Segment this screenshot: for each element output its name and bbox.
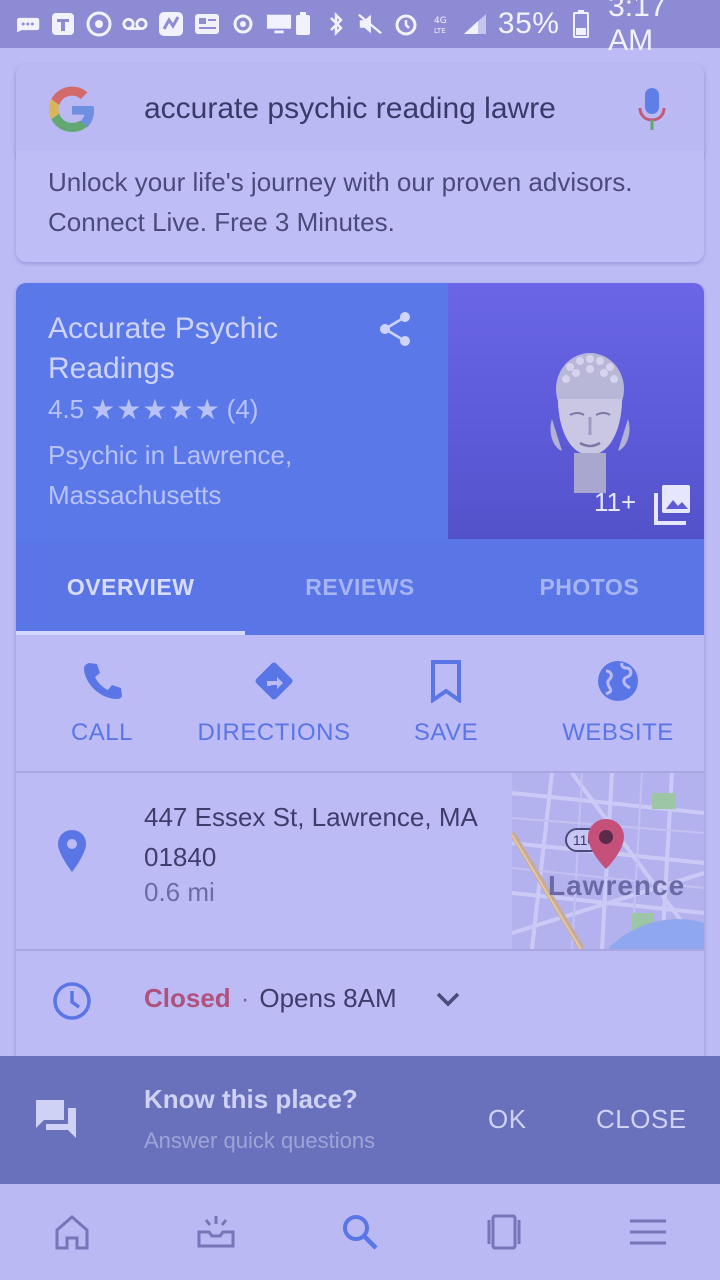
directions-label: DIRECTIONS bbox=[197, 719, 351, 746]
place-photo[interactable]: 11+ bbox=[448, 283, 704, 539]
map-city-label: Lawrence bbox=[548, 870, 685, 901]
separator-dot: · bbox=[240, 983, 250, 1013]
signal-icon bbox=[462, 13, 488, 35]
lte-icon: 4G LTE bbox=[429, 13, 452, 35]
search-query[interactable]: accurate psychic reading lawre bbox=[144, 92, 594, 126]
chat-icon bbox=[36, 1100, 76, 1138]
home-icon bbox=[55, 1215, 89, 1250]
tabs-icon bbox=[487, 1214, 521, 1250]
rating-stars: ★★★★★ bbox=[90, 394, 221, 425]
nav-tabs[interactable] bbox=[432, 1184, 576, 1280]
website-button[interactable]: WEBSITE bbox=[532, 635, 704, 771]
google-logo bbox=[49, 86, 94, 132]
tab-photos[interactable]: PHOTOS bbox=[475, 539, 704, 635]
messages-icon bbox=[14, 13, 40, 35]
clock-icon bbox=[53, 982, 91, 1020]
address-row[interactable]: 447 Essex St, Lawrence, MA 01840 0.6 mi bbox=[16, 773, 704, 951]
ad-card[interactable]: Unlock your life's journey with our prov… bbox=[16, 150, 704, 262]
svg-text:LTE: LTE bbox=[434, 27, 446, 35]
map-image: 110 Lawrence bbox=[512, 773, 704, 949]
place-header: Accurate Psychic Readings 4.5 ★★★★★ (4) … bbox=[16, 283, 448, 539]
t-app-icon bbox=[50, 13, 76, 35]
svg-text:4G: 4G bbox=[434, 16, 447, 26]
notification-icons bbox=[14, 11, 292, 37]
know-this-place-banner: Know this place? Answer quick questions … bbox=[0, 1056, 720, 1184]
call-button[interactable]: CALL bbox=[16, 635, 188, 771]
bookmark-icon bbox=[431, 660, 461, 703]
distance-text: 0.6 mi bbox=[144, 877, 215, 907]
opens-time: Opens 8AM bbox=[259, 983, 397, 1013]
hours-text: Closed · Opens 8AM bbox=[144, 983, 397, 1014]
nav-updates[interactable] bbox=[144, 1184, 288, 1280]
bluetooth-icon bbox=[325, 11, 348, 37]
mic-icon[interactable] bbox=[636, 86, 668, 138]
updates-icon bbox=[197, 1216, 235, 1248]
address-text: 447 Essex St, Lawrence, MA 01840 bbox=[144, 802, 477, 872]
hours-row[interactable]: Closed · Opens 8AM bbox=[16, 951, 704, 1055]
mute-icon bbox=[357, 13, 383, 35]
status-bar: 4G LTE 35% 3:17 AM bbox=[0, 0, 720, 57]
nav-menu[interactable] bbox=[576, 1184, 720, 1280]
know-title: Know this place? bbox=[144, 1084, 358, 1114]
nfc-icon bbox=[158, 12, 184, 36]
place-card: Accurate Psychic Readings 4.5 ★★★★★ (4) … bbox=[16, 283, 704, 1063]
website-label: WEBSITE bbox=[562, 719, 674, 746]
tab-bar: OVERVIEW REVIEWS PHOTOS bbox=[16, 539, 704, 635]
bottom-navigation bbox=[0, 1184, 720, 1280]
alarm-icon bbox=[393, 13, 419, 36]
save-label: SAVE bbox=[413, 719, 479, 746]
ok-button[interactable]: OK bbox=[488, 1104, 527, 1135]
review-count: (4) bbox=[226, 394, 259, 424]
closed-status: Closed bbox=[144, 983, 231, 1013]
tab-overview[interactable]: OVERVIEW bbox=[16, 539, 246, 635]
voicemail-icon bbox=[122, 13, 148, 35]
place-type: Psychic in Lawrence, Massachusetts bbox=[48, 440, 293, 510]
close-button[interactable]: CLOSE bbox=[596, 1104, 687, 1135]
action-buttons: CALL DIRECTIONS SAVE WEBSITE bbox=[16, 635, 704, 773]
know-subtitle: Answer quick questions bbox=[144, 1128, 376, 1153]
clock-time: 3:17 AM bbox=[608, 0, 667, 57]
search-bar[interactable]: accurate psychic reading lawre bbox=[16, 64, 704, 160]
circle-icon bbox=[230, 13, 256, 35]
battery-saver-icon bbox=[292, 12, 315, 35]
nav-home[interactable] bbox=[0, 1184, 144, 1280]
eye-icon bbox=[86, 11, 112, 37]
map-thumbnail[interactable]: 110 Lawrence bbox=[512, 773, 704, 949]
location-pin-icon bbox=[58, 830, 86, 872]
menu-icon bbox=[630, 1219, 666, 1245]
news-icon bbox=[194, 13, 220, 35]
share-icon[interactable] bbox=[378, 311, 412, 347]
battery-icon bbox=[569, 10, 592, 38]
save-button[interactable]: SAVE bbox=[360, 635, 532, 771]
directions-button[interactable]: DIRECTIONS bbox=[188, 635, 360, 771]
call-label: CALL bbox=[70, 719, 134, 746]
rating-row: 4.5 ★★★★★ (4) bbox=[48, 393, 258, 426]
system-icons: 4G LTE 35% 3:17 AM bbox=[292, 0, 704, 58]
rating-value: 4.5 bbox=[48, 394, 85, 424]
nav-search[interactable] bbox=[288, 1184, 432, 1280]
photo-count: 11+ bbox=[594, 487, 637, 517]
directions-icon bbox=[255, 662, 293, 700]
battery-percent: 35% bbox=[497, 7, 560, 40]
monitor-icon bbox=[266, 13, 292, 35]
buddha-head-image bbox=[550, 353, 630, 493]
tab-reviews[interactable]: REVIEWS bbox=[245, 539, 474, 635]
place-name: Accurate Psychic Readings bbox=[48, 312, 279, 385]
gallery-icon bbox=[654, 485, 690, 525]
chevron-down-icon[interactable] bbox=[436, 991, 460, 1009]
search-icon bbox=[343, 1215, 378, 1250]
ad-description: Unlock your life's journey with our prov… bbox=[48, 167, 633, 237]
globe-icon bbox=[598, 661, 638, 701]
phone-icon bbox=[84, 663, 122, 699]
